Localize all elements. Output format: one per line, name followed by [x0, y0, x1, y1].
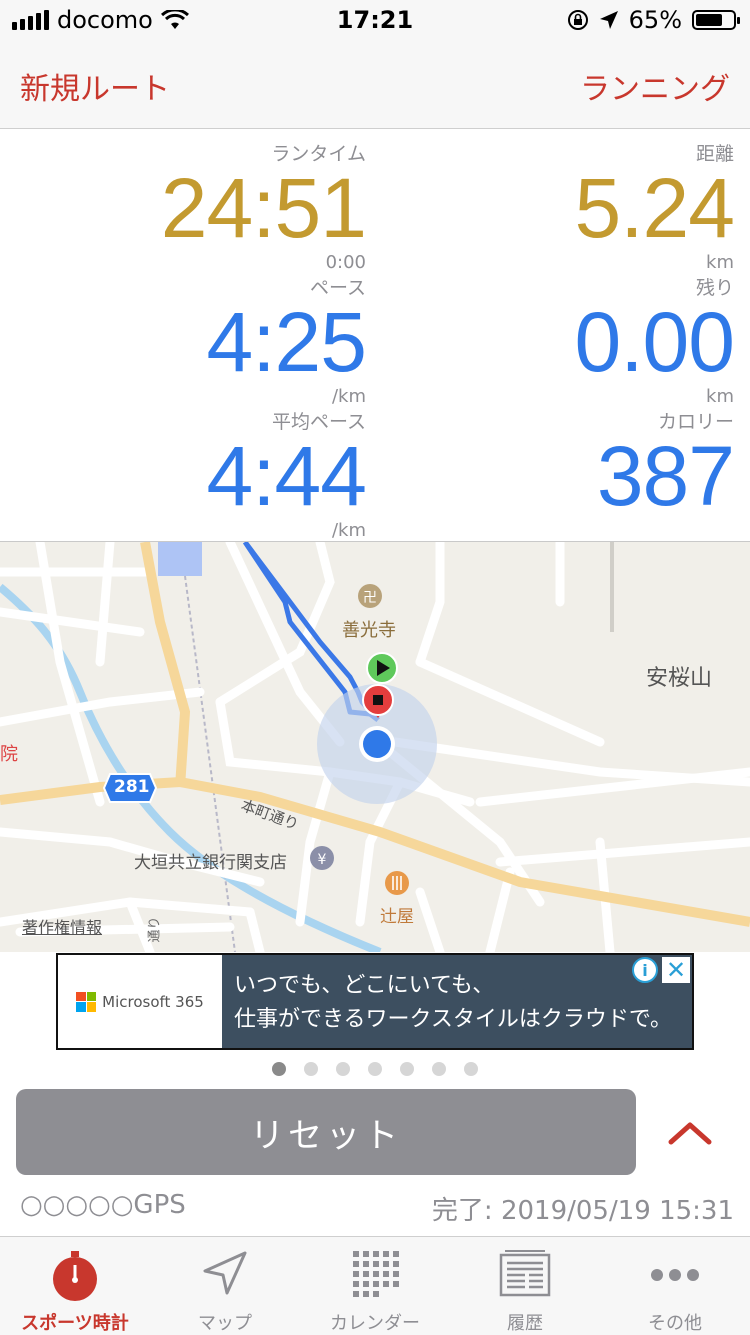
page-dot[interactable]	[272, 1062, 286, 1076]
map-label-restaurant: 辻屋	[380, 907, 414, 927]
ad-copy: いつでも、どこにいても、 仕事ができるワークスタイルはクラウドで。	[234, 969, 672, 1037]
avg-pace-value: 4:44	[206, 429, 367, 523]
page-indicator[interactable]	[272, 1062, 478, 1076]
run-time-value: 24:51	[160, 161, 367, 255]
map-label-temple: 善光寺	[342, 620, 396, 641]
tab-label: スポーツ時計	[21, 1313, 129, 1334]
ad-brand: Microsoft 365	[102, 992, 204, 1011]
tab-sports-watch[interactable]: スポーツ時計	[0, 1237, 150, 1335]
more-dots-icon	[651, 1269, 699, 1281]
tab-bar: スポーツ時計 マップ カレンダー 履歴 その他	[0, 1236, 750, 1335]
run-time-sub: 0:00	[325, 252, 366, 273]
page-dot[interactable]	[304, 1062, 318, 1076]
ad-line2: 仕事ができるワークスタイルはクラウドで。	[234, 1007, 673, 1032]
map-route-281: 281	[114, 777, 150, 797]
map-label-street2: 通り	[147, 916, 163, 943]
distance-unit: km	[706, 252, 734, 273]
svg-text:卍: 卍	[363, 590, 377, 606]
microsoft-logo-icon	[76, 991, 97, 1012]
stopwatch-icon	[53, 1251, 97, 1301]
remaining-stat: 残り 0.00 km	[575, 276, 735, 408]
tab-label: 履歴	[507, 1313, 543, 1334]
navigation-arrow-icon	[203, 1251, 247, 1295]
status-right: 65%	[567, 6, 740, 34]
battery-percent: 65%	[628, 6, 682, 34]
tab-label: その他	[648, 1313, 702, 1334]
svg-text:¥: ¥	[318, 852, 327, 868]
tab-more[interactable]: その他	[600, 1237, 750, 1335]
page-dot[interactable]	[336, 1062, 350, 1076]
location-arrow-icon	[599, 11, 618, 29]
map-label-hospital: 医院	[0, 744, 18, 765]
calories-value: 387	[596, 429, 735, 523]
tab-map[interactable]: マップ	[150, 1237, 300, 1335]
avg-pace-unit: /km	[331, 520, 366, 541]
ad-line1: いつでも、どこにいても、	[234, 973, 495, 998]
tab-label: マップ	[198, 1313, 252, 1334]
reset-button[interactable]: リセット	[16, 1089, 636, 1175]
new-route-button[interactable]: 新規ルート	[20, 64, 170, 108]
page-dot[interactable]	[464, 1062, 478, 1076]
map-label-mountain: 安桜山	[646, 666, 713, 691]
pace-value: 4:25	[206, 295, 367, 389]
tab-history[interactable]: 履歴	[450, 1237, 600, 1335]
ad-logo: Microsoft 365	[58, 955, 222, 1048]
gps-status: ○○○○○GPS	[20, 1190, 186, 1220]
pace-stat: ペース 4:25 /km	[207, 276, 367, 408]
activity-type-button[interactable]: ランニング	[580, 64, 730, 108]
route-map[interactable]: 卍 ¥ 善光寺 安桜山 医院 281 本町通り 大垣共立銀行関支店 辻屋 著作権…	[0, 541, 750, 952]
history-list-icon	[499, 1250, 551, 1297]
chevron-up-icon[interactable]	[668, 1118, 712, 1148]
remaining-unit: km	[706, 386, 734, 407]
remaining-value: 0.00	[574, 295, 735, 389]
distance-stat: 距離 5.24 km	[575, 142, 735, 274]
calendar-grid-icon	[353, 1251, 399, 1297]
completed-timestamp: 完了: 2019/05/19 15:31	[431, 1196, 734, 1226]
map-copyright-link[interactable]: 著作権情報	[22, 914, 102, 938]
distance-value: 5.24	[574, 161, 735, 255]
status-bar: docomo 17:21 65%	[0, 0, 750, 40]
page-dot[interactable]	[400, 1062, 414, 1076]
nav-bar: 新規ルート ランニング	[0, 40, 750, 129]
page-dot[interactable]	[368, 1062, 382, 1076]
tab-label: カレンダー	[330, 1313, 420, 1334]
pace-unit: /km	[331, 386, 366, 407]
map-roads: 卍 ¥	[0, 542, 750, 952]
ad-banner[interactable]: Microsoft 365 いつでも、どこにいても、 仕事ができるワークスタイル…	[56, 953, 694, 1050]
tab-calendar[interactable]: カレンダー	[300, 1237, 450, 1335]
map-label-bank: 大垣共立銀行関支店	[134, 853, 287, 873]
calories-stat: カロリー 387	[596, 410, 735, 523]
run-time-stat: ランタイム 24:51 0:00	[160, 142, 367, 274]
ad-close-icon[interactable]: ✕	[662, 957, 690, 983]
page-dot[interactable]	[432, 1062, 446, 1076]
battery-icon	[692, 10, 740, 30]
orientation-lock-icon	[567, 10, 588, 30]
ad-info-icon[interactable]: i	[632, 957, 658, 983]
avg-pace-stat: 平均ペース 4:44 /km	[207, 410, 367, 542]
